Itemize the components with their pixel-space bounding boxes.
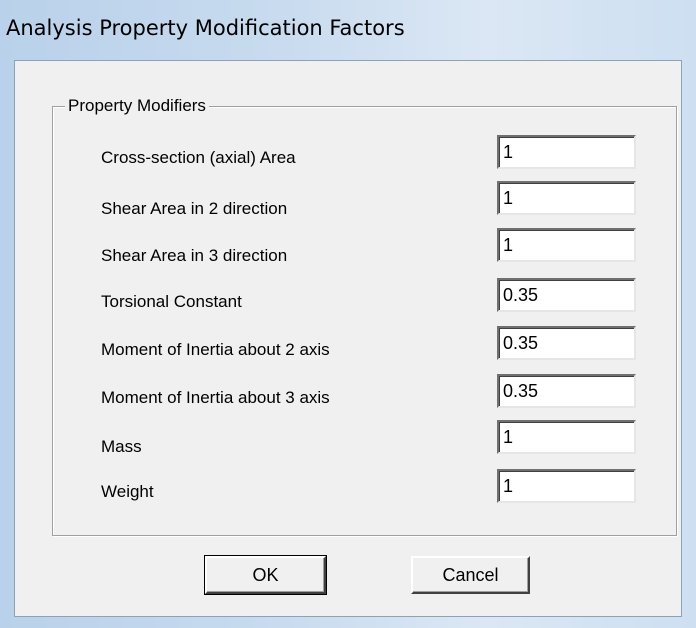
ok-button[interactable]: OK <box>204 555 327 595</box>
dialog-window: Analysis Property Modification Factors P… <box>0 0 696 628</box>
weight-input[interactable] <box>497 469 636 503</box>
inertia-2-input[interactable] <box>497 326 636 360</box>
field-label-weight: Weight <box>101 482 154 501</box>
axial-area-input[interactable] <box>497 135 636 169</box>
group-legend: Property Modifiers <box>65 95 209 117</box>
torsional-constant-input[interactable] <box>497 278 636 312</box>
field-label-torsional-constant: Torsional Constant <box>101 292 242 311</box>
cancel-button[interactable]: Cancel <box>411 556 530 594</box>
window-title: Analysis Property Modification Factors <box>6 16 405 40</box>
field-label-inertia-2: Moment of Inertia about 2 axis <box>101 340 330 359</box>
mass-input[interactable] <box>497 420 636 454</box>
inertia-3-input[interactable] <box>497 374 636 408</box>
shear-area-2-input[interactable] <box>497 181 636 215</box>
field-label-inertia-3: Moment of Inertia about 3 axis <box>101 388 330 407</box>
title-bar[interactable]: Analysis Property Modification Factors <box>0 0 696 60</box>
field-label-axial-area: Cross-section (axial) Area <box>101 148 296 167</box>
field-label-mass: Mass <box>101 437 142 456</box>
field-label-shear-area-3: Shear Area in 3 direction <box>101 246 288 265</box>
field-label-shear-area-2: Shear Area in 2 direction <box>101 199 288 218</box>
shear-area-3-input[interactable] <box>497 228 636 262</box>
dialog-client-area: Property Modifiers Cross-section (axial)… <box>14 60 682 617</box>
